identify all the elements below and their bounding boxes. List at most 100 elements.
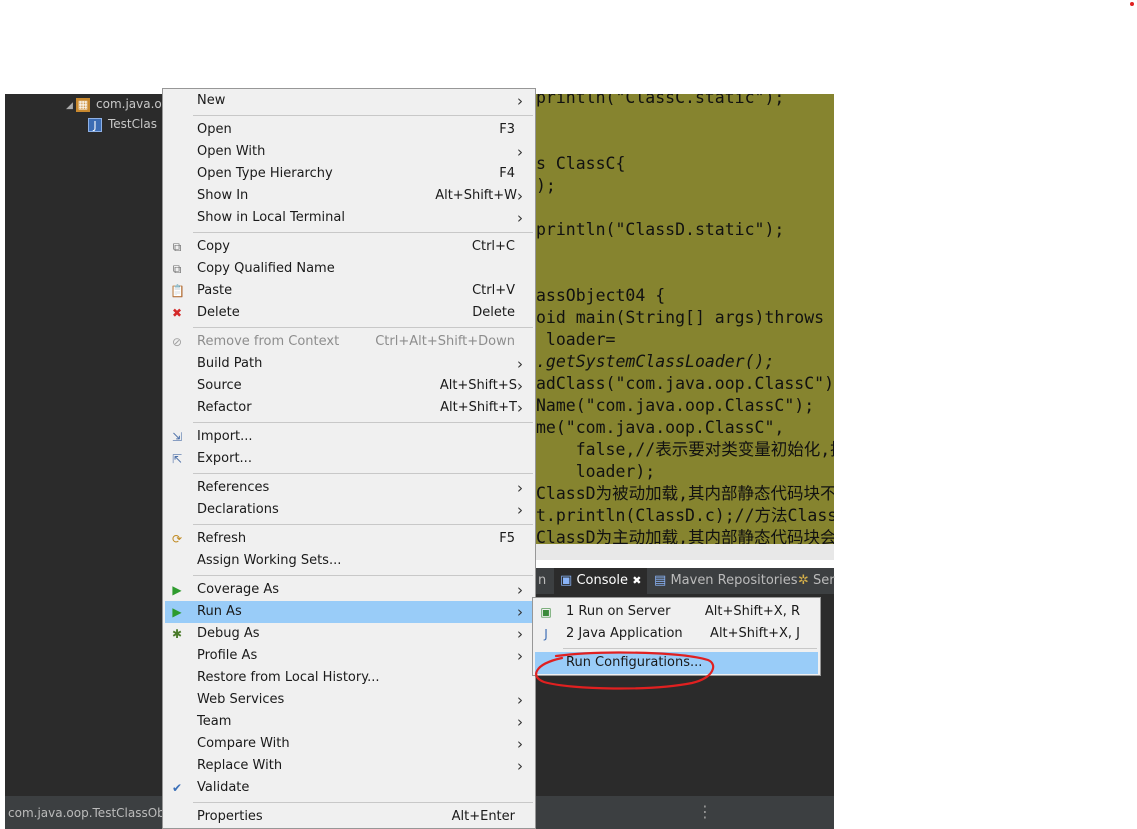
menu-item-team[interactable]: Team › bbox=[165, 711, 533, 733]
menu-item-debug-as[interactable]: ✱ Debug As › bbox=[165, 623, 533, 645]
menu-item-copy-qualified-name[interactable]: ⧉ Copy Qualified Name bbox=[165, 258, 533, 280]
import-icon: ⇲ bbox=[171, 430, 183, 444]
menu-item-2-java-application[interactable]: J 2 Java Application Alt+Shift+X, J bbox=[535, 623, 818, 645]
menu-item-shortcut: F3 bbox=[499, 122, 515, 137]
menu-separator bbox=[193, 327, 533, 328]
expand-twisty-icon[interactable]: ◢ bbox=[66, 96, 76, 116]
chevron-right-icon: › bbox=[517, 647, 523, 665]
menu-item-shortcut: F5 bbox=[499, 531, 515, 546]
delete-icon: ✖ bbox=[171, 306, 183, 320]
menu-item-profile-as[interactable]: Profile As › bbox=[165, 645, 533, 667]
tab-partial-left[interactable]: n bbox=[538, 568, 546, 594]
menu-item-copy[interactable]: ⧉ Copy Ctrl+C bbox=[165, 236, 533, 258]
tab-servers-label: Ser bbox=[813, 573, 835, 588]
chevron-right-icon: › bbox=[517, 625, 523, 643]
menu-item-label: References bbox=[197, 480, 270, 495]
code-line: ClassD为被动加载,其内部静态代码块不会执 bbox=[536, 484, 834, 503]
menu-item-source[interactable]: Source Alt+Shift+S › bbox=[165, 375, 533, 397]
menu-item-label: Refresh bbox=[197, 531, 247, 546]
tab-console[interactable]: ▣ Console ✖ bbox=[554, 568, 648, 594]
menu-item-label: Open Type Hierarchy bbox=[197, 166, 333, 181]
code-editor[interactable]: println("ClassC.static"); s ClassC{); prin… bbox=[536, 94, 834, 544]
menu-item-shortcut: F4 bbox=[499, 166, 515, 181]
debug-icon: ✱ bbox=[171, 627, 183, 641]
package-explorer bbox=[5, 94, 162, 796]
menu-item-replace-with[interactable]: Replace With › bbox=[165, 755, 533, 777]
chevron-right-icon: › bbox=[517, 355, 523, 373]
status-selection-text: com.java.oop.TestClassObj bbox=[8, 806, 169, 820]
menu-item-compare-with[interactable]: Compare With › bbox=[165, 733, 533, 755]
chevron-right-icon: › bbox=[517, 735, 523, 753]
code-line: loader); bbox=[536, 462, 656, 481]
menu-item-new[interactable]: New › bbox=[165, 90, 533, 112]
console-icon: ▣ bbox=[560, 573, 573, 588]
menu-item-show-in-local-terminal[interactable]: Show in Local Terminal › bbox=[165, 207, 533, 229]
maven-icon: ▤ bbox=[654, 573, 667, 588]
menu-item-label: Team bbox=[197, 714, 232, 729]
menu-item-open-with[interactable]: Open With › bbox=[165, 141, 533, 163]
menu-separator bbox=[193, 524, 533, 525]
menu-item-label: Paste bbox=[197, 283, 233, 298]
tree-item-file[interactable]: J TestClas bbox=[88, 114, 157, 134]
tree-item-package[interactable]: ◢ ▦ com.java.o bbox=[66, 94, 162, 114]
package-label: com.java.o bbox=[96, 97, 162, 111]
menu-item-shortcut: Ctrl+V bbox=[472, 283, 515, 298]
menu-item-open-type-hierarchy[interactable]: Open Type Hierarchy F4 bbox=[165, 163, 533, 185]
menu-item-label: Web Services bbox=[197, 692, 285, 707]
menu-item-shortcut: Ctrl+C bbox=[471, 239, 515, 254]
chevron-right-icon: › bbox=[517, 92, 523, 110]
close-icon[interactable]: ✖ bbox=[632, 574, 641, 587]
menu-item-label: Coverage As bbox=[197, 582, 280, 597]
coverage-icon: ▶ bbox=[172, 583, 182, 597]
status-bar-grip-icon: ⋮ bbox=[697, 802, 713, 821]
chevron-right-icon: › bbox=[517, 581, 523, 599]
menu-item-label: Declarations bbox=[197, 502, 279, 517]
menu-item-shortcut: Alt+Shift+X, J bbox=[710, 626, 800, 641]
menu-item-import[interactable]: ⇲ Import... bbox=[165, 426, 533, 448]
menu-item-refresh[interactable]: ⟳ Refresh F5 bbox=[165, 528, 533, 550]
menu-item-validate[interactable]: ✔ Validate bbox=[165, 777, 533, 799]
menu-item-shortcut: Alt+Enter bbox=[451, 809, 515, 824]
code-line: t.println(ClassD.c);//方法ClassC bbox=[536, 506, 834, 525]
menu-item-open[interactable]: Open F3 bbox=[165, 119, 533, 141]
tab-maven-label: Maven Repositories bbox=[670, 573, 798, 588]
menu-item-web-services[interactable]: Web Services › bbox=[165, 689, 533, 711]
package-icon: ▦ bbox=[76, 97, 90, 112]
code-line: Name("com.java.oop.ClassC"); bbox=[536, 396, 815, 415]
menu-item-1-run-on-server[interactable]: ▣ 1 Run on Server Alt+Shift+X, R bbox=[535, 601, 818, 623]
menu-item-label: 2 Java Application bbox=[566, 626, 683, 641]
editor-scrollbar-area bbox=[536, 544, 834, 560]
menu-item-assign-working-sets[interactable]: Assign Working Sets... bbox=[165, 550, 533, 572]
menu-item-restore-from-local-history[interactable]: Restore from Local History... bbox=[165, 667, 533, 689]
code-line: false,//表示要对类变量初始化,执行 bbox=[536, 440, 834, 459]
code-line: s ClassC{ bbox=[536, 154, 626, 173]
context-menu: New › Open F3 Open With › Open Type Hierarchy F… bbox=[162, 88, 536, 829]
menu-item-shortcut: Alt+Shift+X, R bbox=[704, 604, 800, 619]
menu-item-references[interactable]: References › bbox=[165, 477, 533, 499]
menu-item-refactor[interactable]: Refactor Alt+Shift+T › bbox=[165, 397, 533, 419]
menu-item-label: Replace With bbox=[197, 758, 283, 773]
copy-qualified-name-icon: ⧉ bbox=[172, 262, 182, 276]
chevron-right-icon: › bbox=[517, 377, 523, 395]
menu-item-coverage-as[interactable]: ▶ Coverage As › bbox=[165, 579, 533, 601]
menu-item-properties[interactable]: Properties Alt+Enter bbox=[165, 806, 533, 828]
menu-item-show-in[interactable]: Show In Alt+Shift+W › bbox=[165, 185, 533, 207]
menu-separator bbox=[563, 648, 817, 649]
menu-item-export[interactable]: ⇱ Export... bbox=[165, 448, 533, 470]
red-dot-marker bbox=[1130, 2, 1134, 6]
tab-servers[interactable]: ✲ Ser bbox=[798, 568, 835, 594]
file-label: TestClas bbox=[108, 117, 157, 131]
tab-maven-repositories[interactable]: ▤ Maven Repositories bbox=[654, 568, 798, 594]
menu-item-label: Validate bbox=[197, 780, 250, 795]
remove-context-icon: ⊘ bbox=[171, 335, 183, 349]
menu-item-run-as[interactable]: ▶ Run As › bbox=[165, 601, 533, 623]
menu-item-label: Show In bbox=[197, 188, 249, 203]
menu-item-delete[interactable]: ✖ Delete Delete bbox=[165, 302, 533, 324]
java-file-icon: J bbox=[88, 117, 102, 132]
code-line: println("ClassC.static"); bbox=[536, 94, 785, 107]
menu-item-build-path[interactable]: Build Path › bbox=[165, 353, 533, 375]
menu-item-declarations[interactable]: Declarations › bbox=[165, 499, 533, 521]
menu-item-label: Build Path bbox=[197, 356, 263, 371]
checkmark-icon: ✔ bbox=[171, 781, 183, 795]
menu-item-paste[interactable]: 📋 Paste Ctrl+V bbox=[165, 280, 533, 302]
